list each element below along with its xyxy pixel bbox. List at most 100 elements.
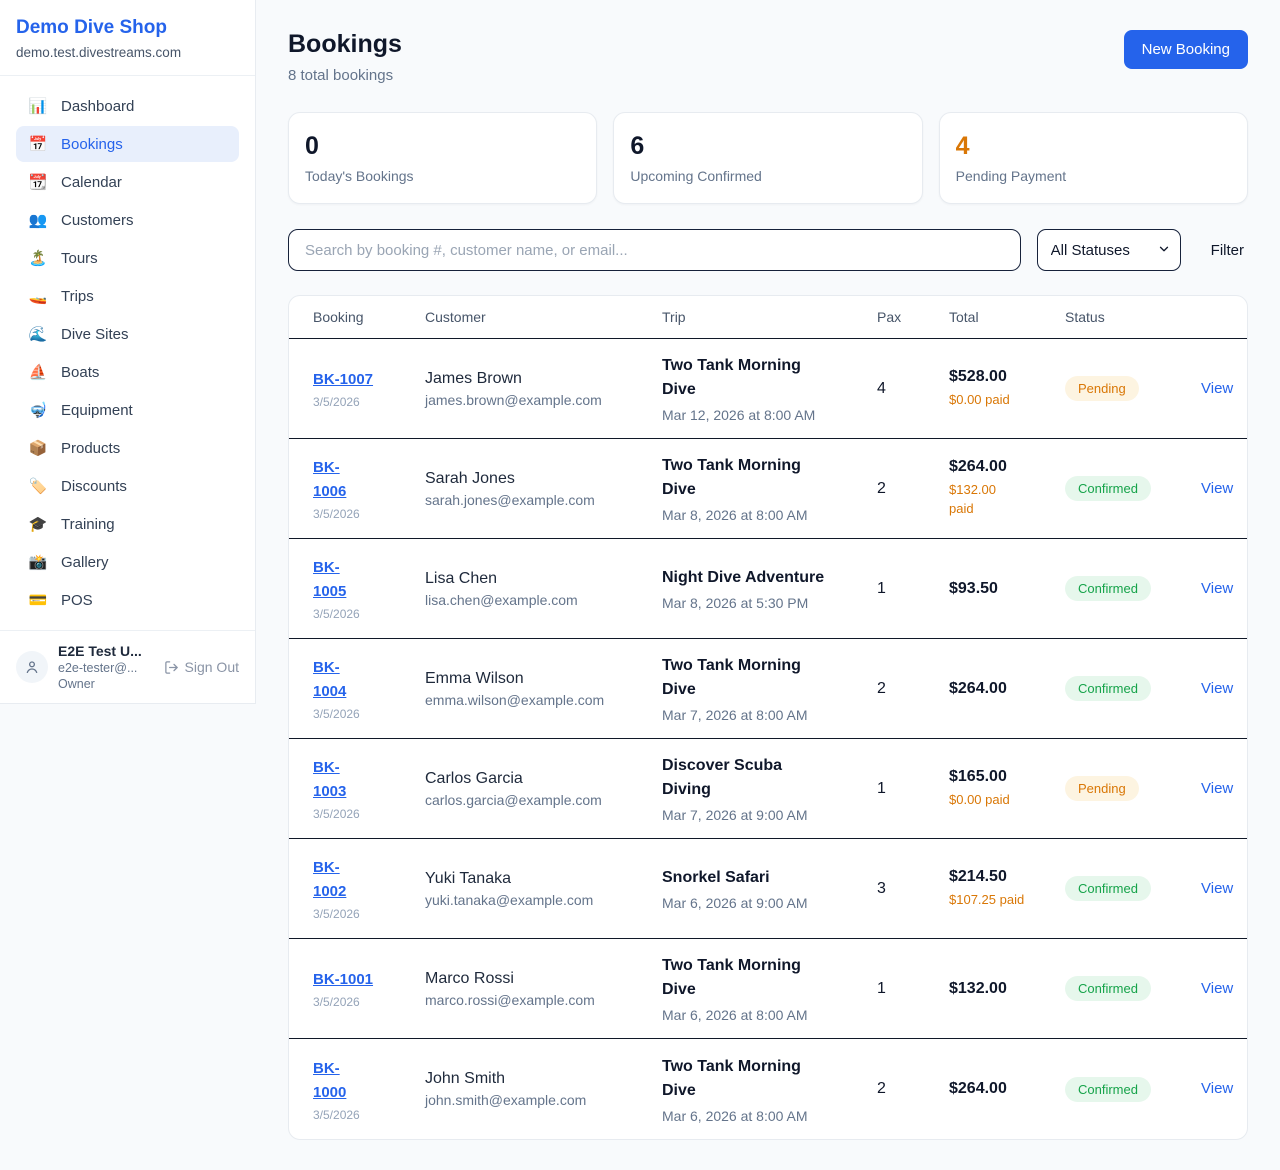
booking-date: 3/5/2026 [313, 707, 425, 721]
sidebar-item-trips[interactable]: 🚤 Trips [16, 278, 239, 314]
users-icon: 👥 [28, 211, 48, 229]
bar-chart-icon: 📊 [28, 97, 48, 115]
sailboat-icon: ⛵ [28, 363, 48, 381]
table-row: BK- 1004 3/5/2026 Emma Wilson emma.wilso… [289, 639, 1247, 739]
booking-id-link[interactable]: BK- 1006 [313, 459, 346, 500]
trip-cell: Snorkel Safari Mar 6, 2026 at 9:00 AM [662, 866, 877, 911]
booking-id-link[interactable]: BK- 1005 [313, 559, 346, 600]
sidebar-item-bookings[interactable]: 📅 Bookings [16, 126, 239, 162]
pax-cell: 4 [877, 380, 949, 398]
status-cell: Pending [1065, 776, 1201, 801]
total-amount: $528.00 [949, 368, 1065, 386]
sidebar-item-pos[interactable]: 💳 POS [16, 582, 239, 618]
total-amount: $214.50 [949, 868, 1065, 886]
new-booking-button[interactable]: New Booking [1124, 30, 1248, 69]
total-cell: $264.00 [949, 1080, 1065, 1098]
table-row: BK- 1006 3/5/2026 Sarah Jones sarah.jone… [289, 439, 1247, 539]
filter-row: All Statuses Filter [288, 229, 1248, 271]
sign-out-button[interactable]: Sign Out [164, 659, 239, 675]
table-row: BK- 1005 3/5/2026 Lisa Chen lisa.chen@ex… [289, 539, 1247, 639]
customer-email: john.smith@example.com [425, 1092, 662, 1108]
status-cell: Confirmed [1065, 476, 1201, 501]
sidebar-nav: 📊 Dashboard 📅 Bookings 📆 Calendar 👥 Cust… [0, 76, 255, 630]
credit-card-icon: 💳 [28, 591, 48, 609]
booking-id-link[interactable]: BK- 1003 [313, 759, 346, 800]
view-link[interactable]: View [1201, 580, 1233, 597]
customer-email: lisa.chen@example.com [425, 592, 662, 608]
trip-name: Two Tank Morning Dive [662, 654, 877, 702]
status-badge: Confirmed [1065, 476, 1151, 501]
status-cell: Confirmed [1065, 676, 1201, 701]
trip-cell: Night Dive Adventure Mar 8, 2026 at 5:30… [662, 566, 877, 611]
customer-email: yuki.tanaka@example.com [425, 892, 662, 908]
customer-cell: Lisa Chen lisa.chen@example.com [425, 570, 662, 608]
status-select[interactable]: All Statuses [1037, 229, 1181, 271]
sidebar-item-customers[interactable]: 👥 Customers [16, 202, 239, 238]
pax-cell: 2 [877, 480, 949, 498]
column-header-total: Total [949, 309, 1065, 325]
booking-cell: BK- 1003 3/5/2026 [313, 756, 425, 821]
customer-email: emma.wilson@example.com [425, 692, 662, 708]
page-header: Bookings 8 total bookings New Booking [288, 30, 1248, 84]
total-cell: $264.00 [949, 680, 1065, 698]
view-link[interactable]: View [1201, 480, 1233, 497]
booking-cell: BK- 1006 3/5/2026 [313, 456, 425, 521]
view-link[interactable]: View [1201, 980, 1233, 997]
view-link[interactable]: View [1201, 680, 1233, 697]
view-cell: View [1201, 380, 1233, 398]
total-cell: $132.00 [949, 980, 1065, 998]
status-badge: Pending [1065, 376, 1139, 401]
booking-id-link[interactable]: BK-1001 [313, 971, 373, 988]
paid-amount: $0.00 paid [949, 791, 1065, 810]
sidebar-item-tours[interactable]: 🏝️ Tours [16, 240, 239, 276]
sidebar-user-footer: E2E Test U... e2e-tester@... Owner Sign … [0, 630, 255, 703]
stat-value: 0 [305, 132, 580, 161]
app-title: Demo Dive Shop [16, 17, 239, 39]
stat-value: 6 [630, 132, 905, 161]
booking-date: 3/5/2026 [313, 907, 425, 921]
filter-button[interactable]: Filter [1211, 242, 1244, 259]
view-link[interactable]: View [1201, 780, 1233, 797]
sidebar-item-gallery[interactable]: 📸 Gallery [16, 544, 239, 580]
sidebar-item-dive-sites[interactable]: 🌊 Dive Sites [16, 316, 239, 352]
view-cell: View [1201, 680, 1233, 698]
search-input[interactable] [288, 229, 1021, 271]
view-link[interactable]: View [1201, 1080, 1233, 1097]
table-header-row: BookingCustomerTripPaxTotalStatus [289, 296, 1247, 339]
sidebar-item-calendar[interactable]: 📆 Calendar [16, 164, 239, 200]
sidebar-item-discounts[interactable]: 🏷️ Discounts [16, 468, 239, 504]
stat-value: 4 [956, 132, 1231, 161]
sidebar-item-products[interactable]: 📦 Products [16, 430, 239, 466]
view-link[interactable]: View [1201, 380, 1233, 397]
booking-cell: BK- 1005 3/5/2026 [313, 556, 425, 621]
paid-amount: $107.25 paid [949, 891, 1065, 910]
customer-cell: Emma Wilson emma.wilson@example.com [425, 670, 662, 708]
tear-off-calendar-icon: 📆 [28, 173, 48, 191]
sidebar-item-equipment[interactable]: 🤿 Equipment [16, 392, 239, 428]
booking-cell: BK- 1004 3/5/2026 [313, 656, 425, 721]
diving-mask-icon: 🤿 [28, 401, 48, 419]
island-icon: 🏝️ [28, 249, 48, 267]
customer-email: marco.rossi@example.com [425, 992, 662, 1008]
calendar-icon: 📅 [28, 135, 48, 153]
booking-id-link[interactable]: BK- 1002 [313, 859, 346, 900]
trip-cell: Two Tank Morning Dive Mar 7, 2026 at 8:0… [662, 654, 877, 723]
user-icon [24, 659, 40, 675]
booking-id-link[interactable]: BK- 1004 [313, 659, 346, 700]
total-cell: $93.50 [949, 580, 1065, 598]
view-link[interactable]: View [1201, 880, 1233, 897]
total-cell: $165.00 $0.00 paid [949, 768, 1065, 810]
table-row: BK- 1002 3/5/2026 Yuki Tanaka yuki.tanak… [289, 839, 1247, 939]
booking-cell: BK-1001 3/5/2026 [313, 968, 425, 1009]
booking-id-link[interactable]: BK-1007 [313, 371, 373, 388]
booking-date: 3/5/2026 [313, 807, 425, 821]
trip-cell: Two Tank Morning Dive Mar 8, 2026 at 8:0… [662, 454, 877, 523]
sidebar-item-training[interactable]: 🎓 Training [16, 506, 239, 542]
status-badge: Confirmed [1065, 676, 1151, 701]
column-header-customer: Customer [425, 309, 662, 325]
sidebar-item-dashboard[interactable]: 📊 Dashboard [16, 88, 239, 124]
stat-card: 4 Pending Payment [939, 112, 1248, 204]
stats-row: 0 Today's Bookings 6 Upcoming Confirmed … [288, 112, 1248, 204]
sidebar-item-boats[interactable]: ⛵ Boats [16, 354, 239, 390]
booking-id-link[interactable]: BK- 1000 [313, 1060, 346, 1101]
